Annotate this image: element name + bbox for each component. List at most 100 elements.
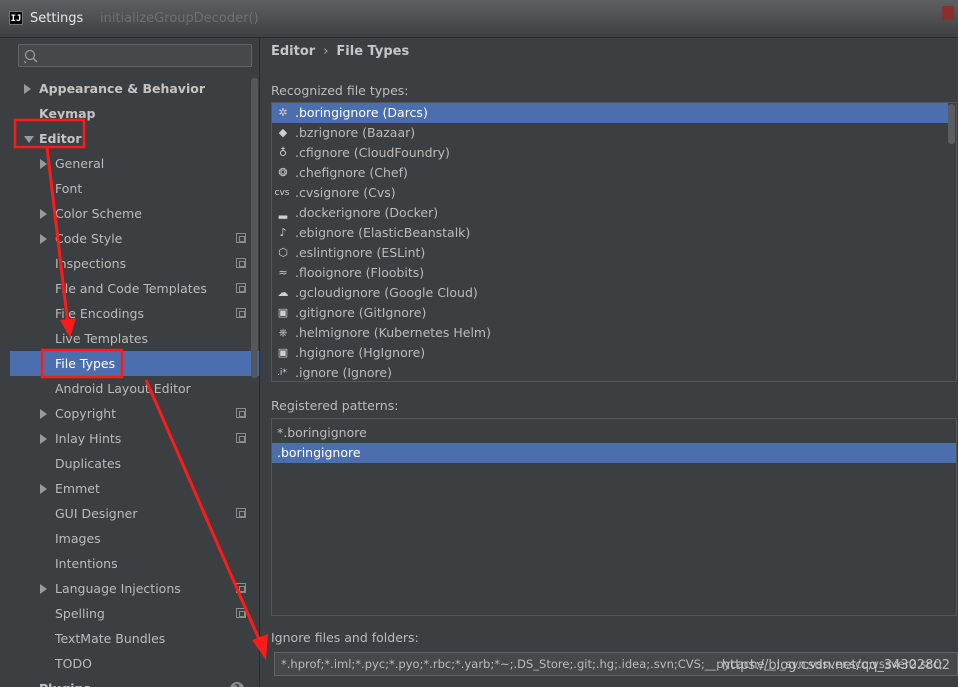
chevron-right-icon[interactable] — [40, 409, 47, 419]
sidebar-item-label: File and Code Templates — [55, 281, 207, 296]
file-type-label: .chefignore (Chef) — [295, 165, 408, 180]
project-scope-icon — [236, 583, 246, 593]
sidebar-item-label: TODO — [55, 656, 92, 671]
sidebar-item-label: GUI Designer — [55, 506, 138, 521]
sidebar-item-label: Intentions — [55, 556, 118, 571]
sidebar-item-duplicates[interactable]: Duplicates — [10, 451, 259, 476]
project-scope-icon — [236, 508, 246, 518]
sidebar-item-emmet[interactable]: Emmet — [10, 476, 259, 501]
sidebar-item-label: TextMate Bundles — [55, 631, 166, 646]
sidebar-item-general[interactable]: General — [10, 151, 259, 176]
sidebar-item-label: Live Templates — [55, 331, 149, 346]
helm-icon: ⎈ — [278, 326, 288, 339]
file-type-label: .ignore (Ignore) — [295, 365, 392, 380]
search-icon — [23, 49, 38, 64]
file-type-row[interactable]: ▣ .gitignore (GitIgnore) — [272, 303, 948, 323]
sidebar-item-intentions[interactable]: Intentions — [10, 551, 259, 576]
chevron-down-icon[interactable] — [24, 136, 34, 143]
file-type-row[interactable]: ✲ .boringignore (Darcs) — [272, 103, 948, 123]
chevron-right-icon[interactable] — [40, 234, 47, 244]
docker-icon: ▂ — [278, 206, 288, 219]
project-scope-icon — [236, 283, 246, 293]
pattern-row[interactable]: *.boringignore — [272, 423, 956, 443]
file-type-label: .hgignore (HgIgnore) — [295, 345, 426, 360]
cloudfoundry-icon: ♁ — [278, 146, 288, 159]
sidebar-item-file-types[interactable]: File Types — [10, 351, 259, 376]
sidebar-item-color-scheme[interactable]: Color Scheme — [10, 201, 259, 226]
chevron-right-icon[interactable] — [40, 434, 47, 444]
sidebar-item-label: General — [55, 156, 105, 171]
chevron-right-icon[interactable] — [40, 484, 47, 494]
sidebar-item-editor[interactable]: Editor — [10, 126, 259, 151]
sidebar-item-todo[interactable]: TODO — [10, 651, 259, 676]
file-type-label: .dockerignore (Docker) — [295, 205, 439, 220]
settings-search-input[interactable] — [41, 47, 241, 64]
file-type-row[interactable]: ⎈ .helmignore (Kubernetes Helm) — [272, 323, 948, 343]
file-type-row[interactable]: .i* .ignore (Ignore) — [272, 363, 948, 381]
watermark: https://blog.csdn.net/qq_34302802 — [721, 658, 950, 673]
file-type-row[interactable]: cvs .cvsignore (Cvs) — [272, 183, 948, 203]
file-types-panel: Editor › File Types Recognized file types:… — [261, 38, 958, 687]
sidebar-item-live-templates[interactable]: Live Templates — [10, 326, 259, 351]
sidebar-item-inlay-hints[interactable]: Inlay Hints — [10, 426, 259, 451]
chevron-right-icon[interactable] — [40, 209, 47, 219]
project-scope-icon — [236, 233, 246, 243]
sidebar-item-appearance-behavior[interactable]: Appearance & Behavior — [10, 76, 259, 101]
sidebar-item-label: Keymap — [39, 106, 96, 121]
project-scope-icon — [236, 408, 246, 418]
sidebar-item-gui-designer[interactable]: GUI Designer — [10, 501, 259, 526]
sidebar-item-plugins[interactable]: Plugins? — [10, 676, 259, 687]
pattern-row[interactable]: .boringignore — [272, 443, 956, 463]
sidebar-item-code-style[interactable]: Code Style — [10, 226, 259, 251]
file-type-row[interactable]: ♪ .ebignore (ElasticBeanstalk) — [272, 223, 948, 243]
file-types-scrollbar[interactable] — [948, 104, 955, 144]
sidebar-item-file-encodings[interactable]: File Encodings — [10, 301, 259, 326]
sidebar-item-images[interactable]: Images — [10, 526, 259, 551]
sidebar-item-inspections[interactable]: Inspections — [10, 251, 259, 276]
sidebar-item-label: Editor — [39, 131, 82, 146]
sidebar-item-keymap[interactable]: Keymap — [10, 101, 259, 126]
sidebar-item-copyright[interactable]: Copyright — [10, 401, 259, 426]
sidebar-item-font[interactable]: Font — [10, 176, 259, 201]
close-window-button[interactable] — [942, 6, 954, 20]
chef-icon: ❂ — [278, 166, 288, 179]
file-type-row[interactable]: ≈ .flooignore (Floobits) — [272, 263, 948, 283]
registered-patterns-list[interactable]: *.boringignore .boringignore — [271, 418, 957, 616]
file-type-row[interactable]: ◆ .bzrignore (Bazaar) — [272, 123, 948, 143]
sidebar-scrollbar[interactable] — [251, 78, 258, 378]
floobits-icon: ≈ — [278, 266, 288, 279]
file-type-label: .boringignore (Darcs) — [295, 105, 428, 120]
sidebar-item-textmate-bundles[interactable]: TextMate Bundles — [10, 626, 259, 651]
window-title: Settings — [30, 11, 84, 26]
sidebar-item-label: Code Style — [55, 231, 123, 246]
recognized-file-types-list[interactable]: .i* .ignore (Ignore) ▣ .hgignore (HgIgnore)… — [271, 102, 957, 382]
sidebar-item-label: Color Scheme — [55, 206, 142, 221]
project-scope-icon — [236, 258, 246, 268]
file-type-row[interactable]: ▂ .dockerignore (Docker) — [272, 203, 948, 223]
file-type-label: .ebignore (ElasticBeanstalk) — [295, 225, 471, 240]
sidebar-item-spelling[interactable]: Spelling — [10, 601, 259, 626]
sidebar-item-file-and-code-templates[interactable]: File and Code Templates — [10, 276, 259, 301]
hgignore-icon: ▣ — [277, 346, 289, 359]
project-scope-icon — [236, 308, 246, 318]
file-type-row[interactable]: ⬡ .eslintignore (ESLint) — [272, 243, 948, 263]
background-window-title: initializeGroupDecoder() — [100, 11, 259, 26]
sidebar-item-language-injections[interactable]: Language Injections — [10, 576, 259, 601]
sidebar-item-android-layout-editor[interactable]: Android Layout Editor — [10, 376, 259, 401]
breadcrumb-editor[interactable]: Editor — [271, 44, 315, 59]
file-type-label: .flooignore (Floobits) — [295, 265, 425, 280]
chevron-right-icon[interactable] — [40, 159, 47, 169]
file-type-row[interactable]: ▣ .hgignore (HgIgnore) — [272, 343, 948, 363]
file-type-row[interactable]: ❂ .chefignore (Chef) — [272, 163, 948, 183]
sidebar-item-label: Inspections — [55, 256, 127, 271]
chevron-right-icon[interactable] — [24, 84, 31, 94]
intellij-app-icon: IJ — [9, 11, 23, 25]
file-type-row[interactable]: ♁ .cfignore (CloudFoundry) — [272, 143, 948, 163]
sidebar-item-label: Appearance & Behavior — [39, 81, 205, 96]
ignore-icon: .i* — [277, 368, 287, 378]
chevron-right-icon[interactable] — [40, 584, 47, 594]
file-type-row[interactable]: ☁ .gcloudignore (Google Cloud) — [272, 283, 948, 303]
eslint-icon: ⬡ — [278, 246, 288, 259]
sidebar-item-label: Images — [55, 531, 101, 546]
settings-search-box[interactable] — [18, 44, 252, 67]
